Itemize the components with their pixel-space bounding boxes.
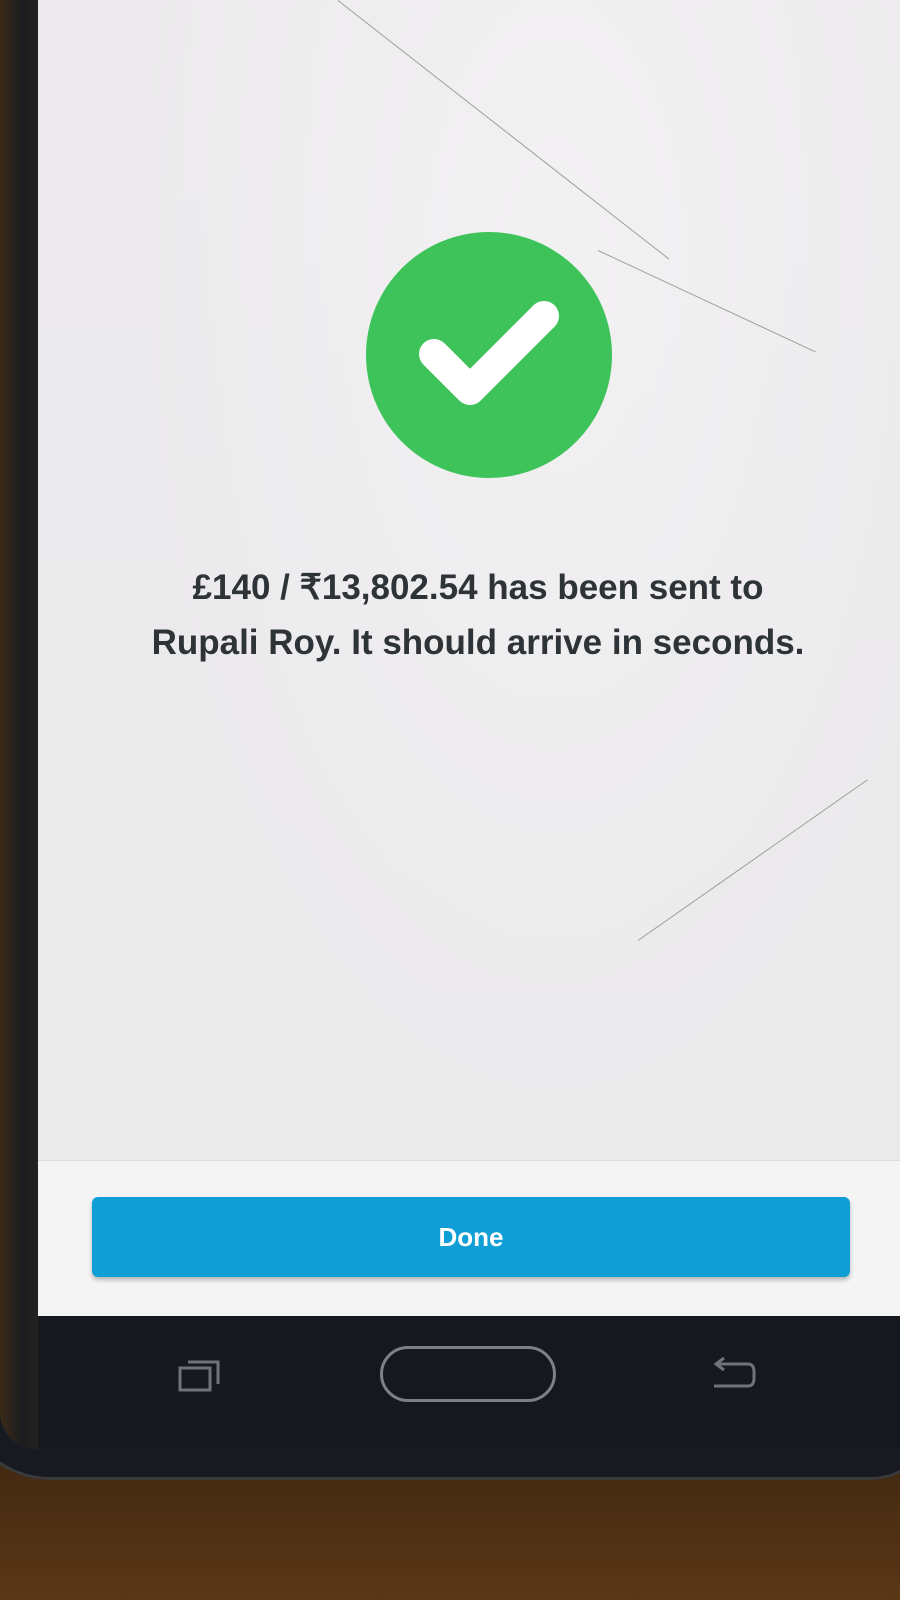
confirmation-line-1: £140 / ₹13,802.54 has been sent to bbox=[192, 568, 764, 607]
phone-rim bbox=[0, 0, 38, 1450]
confirmation-message: £140 / ₹13,802.54 has been sent to Rupal… bbox=[98, 560, 858, 670]
photo-background: £140 / ₹13,802.54 has been sent to Rupal… bbox=[0, 0, 900, 1600]
screen-crack bbox=[337, 0, 670, 260]
app-screen: £140 / ₹13,802.54 has been sent to Rupal… bbox=[38, 0, 900, 1316]
android-nav-bar bbox=[38, 1316, 900, 1446]
recent-apps-icon[interactable] bbox=[178, 1358, 222, 1392]
checkmark-icon bbox=[419, 301, 559, 405]
footer-bar: Done bbox=[38, 1160, 900, 1316]
back-icon[interactable] bbox=[704, 1356, 756, 1392]
home-button[interactable] bbox=[380, 1346, 556, 1402]
success-checkmark-icon bbox=[366, 232, 612, 478]
done-button[interactable]: Done bbox=[92, 1197, 850, 1277]
screen-crack bbox=[597, 250, 816, 353]
screen-crack bbox=[637, 779, 868, 941]
confirmation-line-2: Rupali Roy. It should arrive in seconds. bbox=[151, 623, 805, 662]
